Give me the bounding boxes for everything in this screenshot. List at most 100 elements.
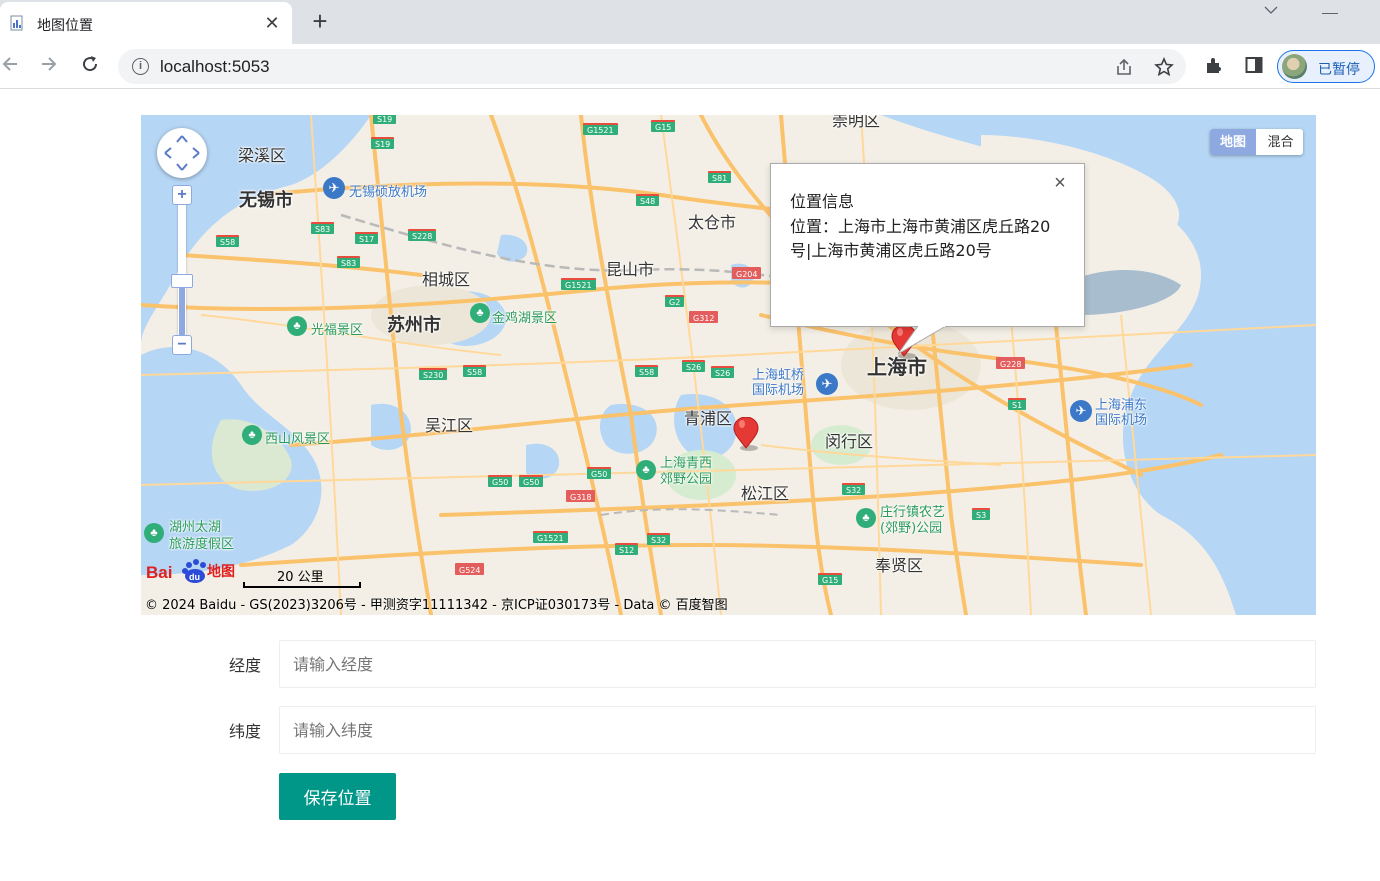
baidu-logo[interactable]: Bai du 地图 bbox=[145, 555, 237, 585]
scenic-tree-icon: ♣ bbox=[242, 425, 262, 445]
label-minhang: 闵行区 bbox=[825, 432, 874, 451]
label-xijiao: 上海青西 郊野公园 bbox=[660, 456, 713, 487]
forward-arrow-icon[interactable] bbox=[37, 54, 61, 78]
tab-title: 地图位置 bbox=[37, 18, 93, 34]
road-shield: S228 bbox=[408, 229, 437, 241]
longitude-label: 经度 bbox=[228, 656, 261, 675]
extensions-puzzle-icon[interactable] bbox=[1203, 55, 1225, 77]
road-shield: S26 bbox=[682, 360, 706, 372]
road-shield: S12 bbox=[615, 543, 639, 555]
road-shield: S26 bbox=[711, 366, 735, 378]
baidu-logo-text: 地图 bbox=[207, 564, 235, 580]
share-icon[interactable] bbox=[1114, 57, 1134, 77]
road-shield: S17 bbox=[355, 232, 379, 244]
road-shield: S83 bbox=[311, 222, 335, 234]
road-shield: G1521 bbox=[533, 531, 568, 543]
scenic-tree-icon: ♣ bbox=[287, 316, 307, 336]
road-shield: G228 bbox=[996, 357, 1026, 369]
svg-text:Bai: Bai bbox=[146, 563, 172, 582]
bookmark-star-icon[interactable] bbox=[1154, 57, 1174, 77]
profile-status: 已暂停 bbox=[1318, 62, 1360, 78]
label-qingpu: 青浦区 bbox=[684, 409, 733, 428]
longitude-row: 经度 bbox=[141, 640, 1316, 688]
label-chongming: 崇明区 bbox=[832, 115, 881, 130]
zoom-in-button[interactable]: + bbox=[172, 185, 192, 205]
scenic-tree-icon: ♣ bbox=[144, 523, 164, 543]
location-marker-icon[interactable] bbox=[733, 417, 761, 453]
airport-icon: ✈ bbox=[1070, 400, 1092, 422]
road-shield: G312 bbox=[689, 311, 719, 323]
back-arrow-icon[interactable] bbox=[0, 54, 22, 78]
road-shield: S48 bbox=[636, 194, 660, 206]
map-copyright: © 2024 Baidu - GS(2023)3206号 - 甲测资字11111… bbox=[145, 598, 728, 613]
label-hongqiao: 上海虹桥 国际机场 bbox=[752, 368, 805, 398]
road-shield: G1521 bbox=[583, 123, 618, 135]
road-shield: S1 bbox=[1008, 398, 1027, 410]
scale-bar bbox=[243, 582, 361, 588]
label-kunshan: 昆山市 bbox=[606, 260, 655, 279]
label-jinjihu: 金鸡湖景区 bbox=[492, 311, 558, 326]
pan-arrows-icon bbox=[164, 135, 200, 171]
road-shield: G50 bbox=[587, 467, 612, 479]
road-shield: G15 bbox=[651, 120, 676, 132]
road-shield: S58 bbox=[463, 365, 487, 377]
label-wuxi: 无锡市 bbox=[239, 190, 293, 211]
label-zhuanghang: 庄行镇农艺 (郊野)公园 bbox=[880, 505, 946, 536]
label-taihu: 湖州太湖 旅游度假区 bbox=[169, 520, 235, 552]
road-shield: S32 bbox=[647, 533, 671, 545]
road-shield: S32 bbox=[842, 483, 866, 495]
road-shield: G524 bbox=[455, 563, 485, 575]
info-window-title: 位置信息 bbox=[790, 192, 855, 211]
road-shield: S230 bbox=[419, 368, 448, 380]
road-shield: S19 bbox=[371, 137, 395, 149]
label-wuxi-airport: 无锡硕放机场 bbox=[349, 185, 428, 200]
airport-icon: ✈ bbox=[816, 373, 838, 395]
info-window-close-icon[interactable]: × bbox=[1051, 172, 1069, 194]
road-shield: G204 bbox=[732, 267, 762, 279]
road-shield: G50 bbox=[488, 475, 513, 487]
label-fengxian: 奉贤区 bbox=[875, 556, 924, 575]
map-base-tiles bbox=[141, 115, 1316, 615]
tab-close-icon[interactable]: ✕ bbox=[262, 13, 282, 33]
save-location-button[interactable]: 保存位置 bbox=[279, 773, 396, 820]
road-shield: G1521 bbox=[561, 278, 596, 290]
avatar bbox=[1282, 54, 1307, 79]
profile-button[interactable]: 已暂停 bbox=[1277, 50, 1375, 83]
latitude-input[interactable] bbox=[279, 706, 1316, 754]
road-shield: S58 bbox=[635, 365, 659, 377]
scenic-tree-icon: ♣ bbox=[856, 508, 876, 528]
map-type-switch[interactable]: 地图 混合 bbox=[1210, 129, 1303, 155]
site-info-icon[interactable]: i bbox=[132, 58, 149, 75]
info-window: 位置信息 位置：上海市上海市黄浦区虎丘路20号|上海市黄浦区虎丘路20号 × bbox=[770, 163, 1085, 327]
browser-toolbar: i localhost:5053 已暂停 bbox=[0, 44, 1380, 89]
road-shield: G318 bbox=[566, 490, 596, 502]
reload-icon[interactable] bbox=[78, 54, 102, 78]
map-container[interactable]: 梁溪区 无锡市 ✈ 无锡硕放机场 太仓市 崇明区 昆山市 相城区 苏州市 ♣ 金… bbox=[141, 115, 1316, 615]
page-icon bbox=[10, 15, 23, 31]
map-type-hybrid[interactable]: 混合 bbox=[1258, 129, 1303, 155]
svg-text:du: du bbox=[189, 572, 200, 582]
side-panel-icon[interactable] bbox=[1243, 55, 1265, 77]
road-shield: G15 bbox=[818, 573, 843, 585]
address-bar[interactable]: i localhost:5053 bbox=[118, 49, 1186, 84]
tab-search-chevron-icon[interactable] bbox=[1264, 4, 1278, 18]
label-xiangcheng: 相城区 bbox=[422, 270, 471, 289]
map-type-normal[interactable]: 地图 bbox=[1210, 129, 1256, 155]
minimize-window-button[interactable] bbox=[1322, 2, 1338, 14]
pan-control[interactable] bbox=[157, 128, 207, 178]
label-pudong-airport: 上海浦东 国际机场 bbox=[1095, 398, 1148, 428]
new-tab-button[interactable]: + bbox=[308, 8, 332, 34]
road-shield: S81 bbox=[708, 171, 732, 183]
tab-active[interactable]: 地图位置 ✕ bbox=[0, 2, 292, 44]
zoom-slider-handle[interactable] bbox=[171, 274, 193, 288]
road-shield: S58 bbox=[216, 235, 240, 247]
zoom-out-button[interactable]: − bbox=[172, 335, 192, 355]
latitude-label: 纬度 bbox=[228, 722, 261, 741]
road-shield: S83 bbox=[337, 256, 361, 268]
label-liangxi: 梁溪区 bbox=[238, 146, 287, 165]
longitude-input[interactable] bbox=[279, 640, 1316, 688]
airport-icon: ✈ bbox=[323, 177, 345, 199]
latitude-row: 纬度 bbox=[141, 706, 1316, 754]
info-window-pointer bbox=[898, 326, 947, 355]
info-window-address: 位置：上海市上海市黄浦区虎丘路20号|上海市黄浦区虎丘路20号 bbox=[790, 217, 1051, 260]
